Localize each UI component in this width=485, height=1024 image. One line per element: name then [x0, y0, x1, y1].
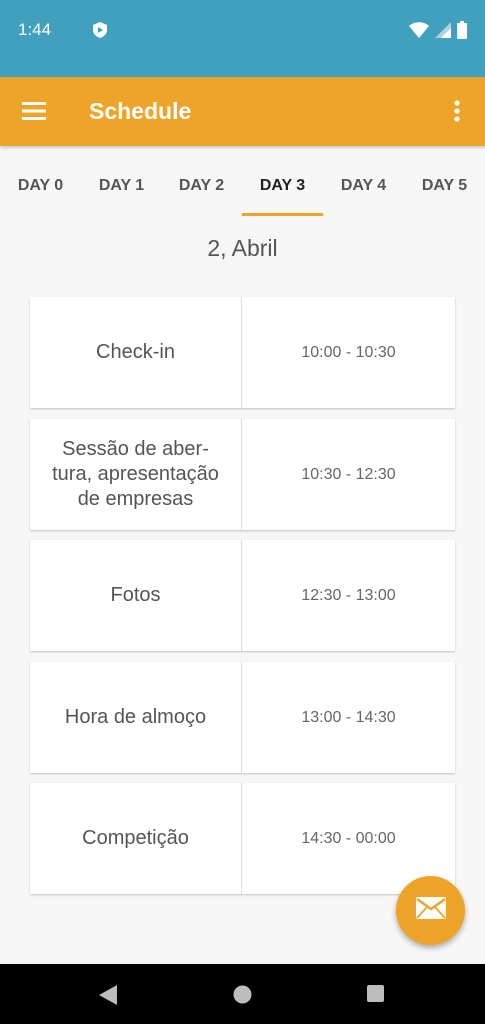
battery-icon: [457, 21, 467, 44]
schedule-item[interactable]: Hora de almoço 13:00 - 14:30: [30, 662, 455, 773]
app-bar: Schedule: [0, 77, 485, 146]
event-time: 10:30 - 12:30: [301, 465, 396, 483]
recents-icon[interactable]: [367, 985, 384, 1002]
event-name: Fotos: [30, 540, 242, 651]
tab-day-5[interactable]: DAY 5: [404, 150, 485, 216]
event-name: Competição: [30, 783, 242, 894]
schedule-item[interactable]: Fotos 12:30 - 13:00: [30, 540, 455, 651]
schedule-item[interactable]: Sessão de aber- tura, apresentação de em…: [30, 419, 455, 530]
signal-icon: [435, 22, 451, 43]
mail-icon: [415, 896, 447, 925]
back-icon[interactable]: [99, 985, 117, 1010]
shield-icon: [93, 22, 107, 43]
tab-day-2[interactable]: DAY 2: [161, 150, 242, 216]
tab-day-1[interactable]: DAY 1: [81, 150, 162, 216]
hamburger-menu-icon[interactable]: [22, 99, 48, 123]
schedule-item[interactable]: Competição 14:30 - 00:00: [30, 783, 455, 894]
event-name: Hora de almoço: [30, 662, 242, 773]
schedule-date: 2, Abril: [207, 235, 278, 261]
wifi-icon: [409, 22, 429, 43]
event-time: 13:00 - 14:30: [301, 708, 396, 726]
tab-day-3[interactable]: DAY 3: [242, 150, 323, 216]
day-tabs: DAY 0 DAY 1 DAY 2 DAY 3 DAY 4 DAY 5: [0, 150, 485, 216]
event-name: Check-in: [30, 297, 242, 408]
tab-indicator: [242, 213, 323, 216]
page-title: Schedule: [89, 98, 192, 124]
event-name: Sessão de aber- tura, apresentação de em…: [30, 419, 242, 530]
more-vert-icon[interactable]: [447, 99, 467, 125]
event-time: 10:00 - 10:30: [301, 343, 396, 361]
status-bar: 1:44: [0, 0, 485, 77]
home-icon[interactable]: [233, 985, 252, 1009]
schedule-item[interactable]: Check-in 10:00 - 10:30: [30, 297, 455, 408]
status-time: 1:44: [18, 20, 52, 39]
tab-day-0[interactable]: DAY 0: [0, 150, 81, 216]
event-time: 12:30 - 13:00: [301, 586, 396, 604]
mail-fab-button[interactable]: [396, 876, 465, 945]
tab-day-4[interactable]: DAY 4: [323, 150, 404, 216]
